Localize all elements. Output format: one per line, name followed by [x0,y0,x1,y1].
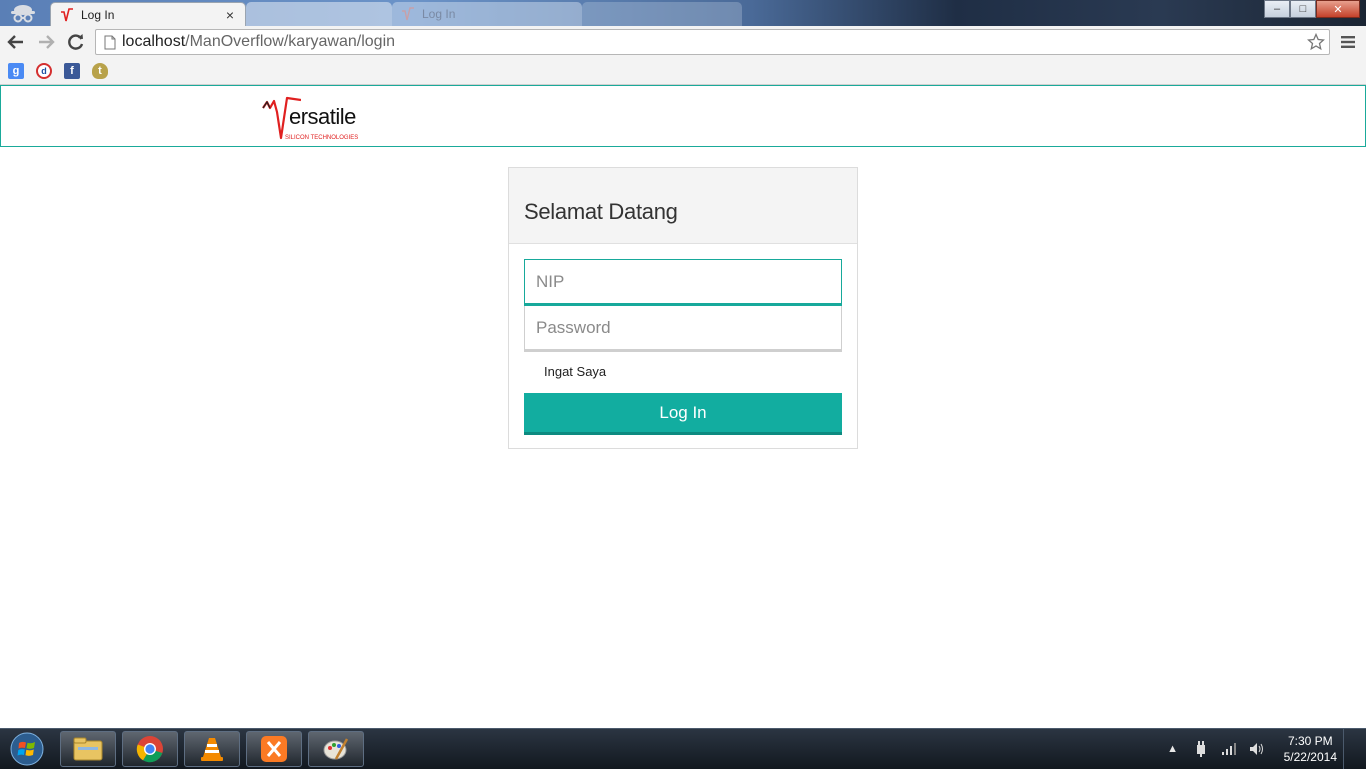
tab-background-1[interactable] [246,2,392,26]
versatile-favicon-icon [400,6,416,22]
reload-icon [68,34,84,50]
back-arrow-icon [7,35,23,49]
facebook-bookmark-icon[interactable]: f [64,63,80,79]
logo-tagline-red: SILICON [285,135,310,141]
url-host: localhost [122,33,186,50]
taskbar-xampp[interactable] [246,731,302,767]
tab-log-in[interactable]: Log In × [50,2,246,26]
bookmark-star-icon[interactable] [1305,32,1327,52]
taskbar-file-explorer[interactable] [60,731,116,767]
taskbar-chrome[interactable] [122,731,178,767]
bookmarks-bar: g d f t [0,58,1366,85]
windows-taskbar: ▲ 7:30 PM 5/22/2014 [0,728,1366,769]
nip-input[interactable] [524,259,842,306]
reload-button[interactable] [62,28,90,56]
browser-toolbar: localhost/ManOverflow/karyawan/login [0,26,1366,58]
show-desktop-button[interactable] [1343,729,1356,769]
tab-background-3[interactable] [582,2,742,26]
show-hidden-icons-icon[interactable]: ▲ [1164,740,1182,758]
forward-arrow-icon [39,35,55,49]
maximize-button[interactable]: □ [1290,0,1316,18]
hamburger-menu-icon [1341,36,1355,48]
logo-wordmark: ersatile [289,104,356,129]
clock[interactable]: 7:30 PM 5/22/2014 [1284,733,1337,765]
shield-bookmark-icon[interactable]: t [92,63,108,79]
paint-icon [323,738,349,760]
window-controls: – □ ✕ [1264,0,1360,18]
back-button[interactable] [2,28,30,56]
remember-me[interactable]: Ingat Saya [544,364,606,379]
chrome-icon [136,736,163,763]
login-button[interactable]: Log In [524,393,842,435]
start-button[interactable] [4,730,50,768]
password-input[interactable] [524,306,842,352]
forward-button[interactable] [32,28,60,56]
system-tray: ▲ 7:30 PM 5/22/2014 [1164,729,1356,769]
vlc-icon [201,738,223,761]
tab-title: Log In [422,7,456,21]
logo-tagline: SILICON TECHNOLOGIES [285,135,358,141]
xampp-icon [261,736,287,762]
versatile-favicon-icon [59,7,75,23]
clock-date: 5/22/2014 [1283,750,1337,764]
address-bar[interactable]: localhost/ManOverflow/karyawan/login [95,29,1330,55]
site-header: ersatile SILICON TECHNOLOGIES [0,85,1366,147]
power-plug-icon[interactable] [1192,740,1210,758]
versatile-logo[interactable]: ersatile SILICON TECHNOLOGIES [261,94,371,142]
incognito-icon [4,1,42,25]
d-bookmark-icon[interactable]: d [36,63,52,79]
remember-me-label: Ingat Saya [544,364,607,379]
taskbar-paint[interactable] [308,731,364,767]
close-window-button[interactable]: ✕ [1316,0,1360,18]
volume-icon[interactable] [1248,740,1266,758]
logo-tagline-rest: TECHNOLOGIES [309,135,359,141]
taskbar-vlc[interactable] [184,731,240,767]
page-icon [100,32,120,52]
tab-strip: Log In × Log In – □ ✕ [0,0,1366,26]
close-tab-icon[interactable]: × [223,7,237,23]
url-path: /ManOverflow/karyawan/login [185,33,396,50]
login-panel-header: Selamat Datang [509,168,857,244]
tab-background-2[interactable]: Log In [392,2,582,26]
clock-time: 7:30 PM [1287,734,1333,748]
login-panel: Selamat Datang Ingat Saya Log In [508,167,858,449]
minimize-button[interactable]: – [1264,0,1290,18]
file-explorer-icon [73,737,103,761]
tab-title: Log In [81,7,115,22]
login-title: Selamat Datang [524,199,678,224]
windows-start-icon [10,732,44,766]
network-signal-icon[interactable] [1220,740,1238,758]
google-bookmark-icon[interactable]: g [8,63,24,79]
menu-button[interactable] [1336,30,1360,54]
